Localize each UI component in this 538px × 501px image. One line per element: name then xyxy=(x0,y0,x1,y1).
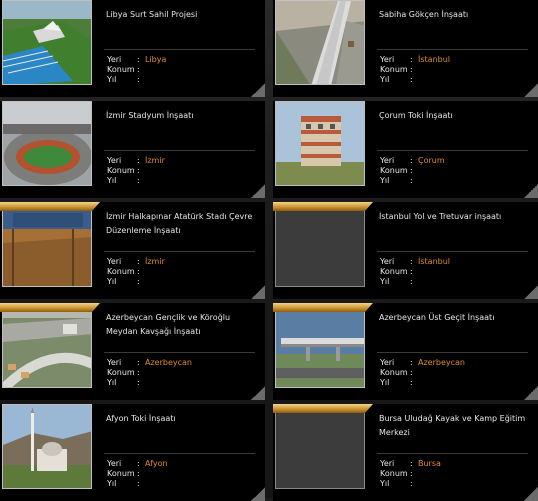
corner-ornament xyxy=(524,285,538,299)
location-value: Bursa xyxy=(418,459,441,468)
project-card[interactable]: Sabiha Gökçen İnşaatı Yeri: İstanbul Konu… xyxy=(273,0,538,97)
arena-construction-image xyxy=(2,202,92,287)
divider xyxy=(377,453,528,454)
project-meta: Yeri: İstanbul Konum: Yıl: xyxy=(380,257,451,286)
apartment-building-image xyxy=(275,101,365,186)
corner-ornament xyxy=(524,386,538,400)
divider xyxy=(377,150,528,151)
project-title[interactable]: İzmir Halkapınar Atatürk Stadı Çevre Düz… xyxy=(106,210,256,238)
project-card[interactable]: Libya Surt Sahil Projesi Yeri: Libya Konu… xyxy=(0,0,265,97)
corner-ornament xyxy=(251,83,265,97)
corner-ornament xyxy=(524,184,538,198)
corner-ornament xyxy=(251,184,265,198)
project-title[interactable]: İzmir Stadyum İnşaatı xyxy=(106,109,256,123)
stadium-interior-image xyxy=(2,101,92,186)
project-title[interactable]: Çorum Toki İnşaatı xyxy=(379,109,529,123)
image-placeholder xyxy=(275,202,365,287)
overpass-image xyxy=(275,303,365,388)
project-title[interactable]: Libya Surt Sahil Projesi xyxy=(106,8,256,22)
location-value: Azerbeycan xyxy=(145,358,192,367)
location-value: Afyon xyxy=(145,459,168,468)
project-card[interactable]: Azerbeycan Gençlik ve Köroğlu Meydan Kav… xyxy=(0,303,265,400)
project-meta: Yeri: Afyon Konum: Yıl: xyxy=(107,459,168,488)
divider xyxy=(104,49,255,50)
project-meta: Yeri: Bursa Konum: Yıl: xyxy=(380,459,441,488)
project-meta: Yeri: Azerbeycan Konum: Yıl: xyxy=(380,358,465,387)
card-ribbon xyxy=(0,202,100,211)
image-placeholder xyxy=(275,404,365,489)
project-title[interactable]: Bursa Uludağ Kayak ve Kamp Eğitim Merkez… xyxy=(379,412,529,440)
corner-ornament xyxy=(251,285,265,299)
stadium-aerial-image xyxy=(2,0,92,85)
project-meta: Yeri: Çorum Konum: Yıl: xyxy=(380,156,445,185)
project-title[interactable]: Sabiha Gökçen İnşaatı xyxy=(379,8,529,22)
mosque-image xyxy=(2,404,92,489)
project-card[interactable]: İzmir Halkapınar Atatürk Stadı Çevre Düz… xyxy=(0,202,265,299)
corner-ornament xyxy=(524,487,538,501)
card-ribbon xyxy=(0,303,100,312)
project-title[interactable]: İstanbul Yol ve Tretuvar inşaatı xyxy=(379,210,529,224)
project-title[interactable]: Azerbeycan Gençlik ve Köroğlu Meydan Kav… xyxy=(106,311,256,339)
project-meta: Yeri: İzmir Konum: Yıl: xyxy=(107,257,165,286)
project-meta: Yeri: İzmir Konum: Yıl: xyxy=(107,156,165,185)
divider xyxy=(104,453,255,454)
project-card[interactable]: İzmir Stadyum İnşaatı Yeri: İzmir Konum: … xyxy=(0,101,265,198)
project-meta: Yeri: Libya Konum: Yıl: xyxy=(107,55,167,84)
project-title[interactable]: Azerbeycan Üst Geçit İnşaatı xyxy=(379,311,529,325)
project-card[interactable]: Azerbeycan Üst Geçit İnşaatı Yeri: Azerbe… xyxy=(273,303,538,400)
corner-ornament xyxy=(251,487,265,501)
divider xyxy=(377,352,528,353)
location-value: Libya xyxy=(145,55,167,64)
card-ribbon xyxy=(273,202,373,211)
location-value: Azerbeycan xyxy=(418,358,465,367)
interchange-render-image xyxy=(2,303,92,388)
location-value: İzmir xyxy=(145,156,165,165)
location-value: İstanbul xyxy=(418,55,451,64)
project-card[interactable]: Çorum Toki İnşaatı Yeri: Çorum Konum: Yıl… xyxy=(273,101,538,198)
card-ribbon xyxy=(273,404,373,413)
divider xyxy=(377,251,528,252)
location-value: Çorum xyxy=(418,156,445,165)
project-card[interactable]: İstanbul Yol ve Tretuvar inşaatı Yeri: İs… xyxy=(273,202,538,299)
location-value: İzmir xyxy=(145,257,165,266)
divider xyxy=(377,49,528,50)
divider xyxy=(104,150,255,151)
project-card[interactable]: Bursa Uludağ Kayak ve Kamp Eğitim Merkez… xyxy=(273,404,538,501)
project-title[interactable]: Afyon Toki İnşaatı xyxy=(106,412,256,426)
location-value: İstanbul xyxy=(418,257,451,266)
project-meta: Yeri: İstanbul Konum: Yıl: xyxy=(380,55,451,84)
card-ribbon xyxy=(273,303,373,312)
divider xyxy=(104,251,255,252)
corner-ornament xyxy=(251,386,265,400)
divider xyxy=(104,352,255,353)
corner-ornament xyxy=(524,83,538,97)
project-card[interactable]: Afyon Toki İnşaatı Yeri: Afyon Konum: Yıl… xyxy=(0,404,265,501)
airport-road-image xyxy=(275,0,365,85)
project-meta: Yeri: Azerbeycan Konum: Yıl: xyxy=(107,358,192,387)
